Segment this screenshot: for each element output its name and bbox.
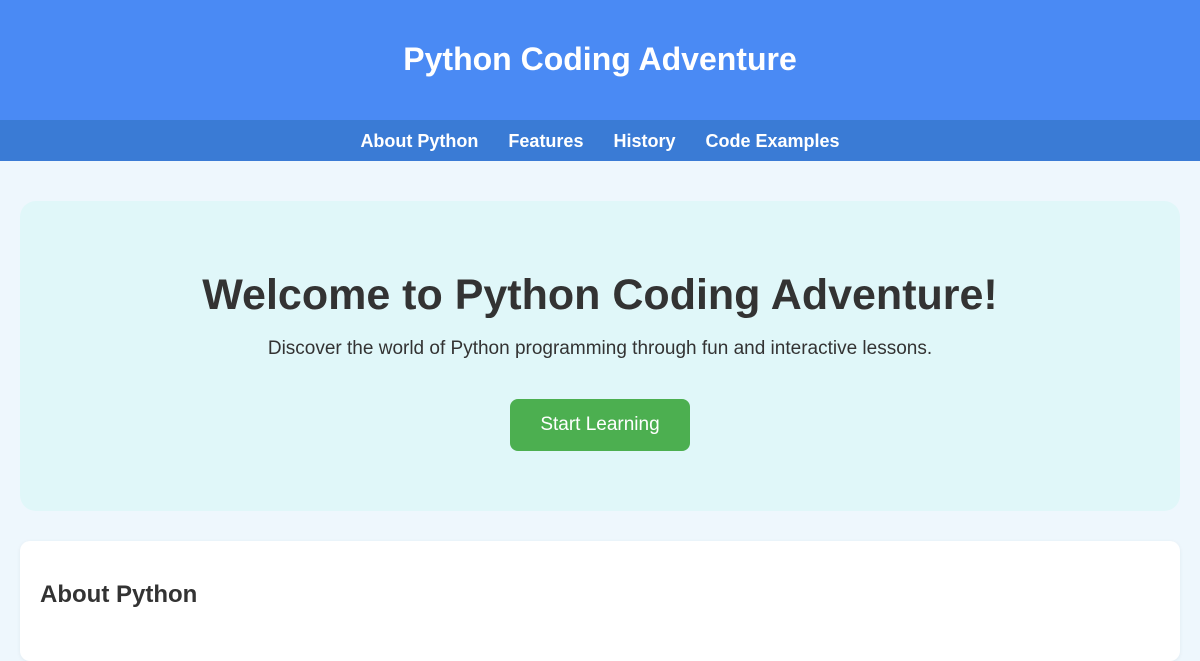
site-title: Python Coding Adventure — [403, 41, 797, 77]
hero-section: Welcome to Python Coding Adventure! Disc… — [20, 201, 1180, 511]
nav-link-code-examples[interactable]: Code Examples — [705, 132, 839, 150]
nav-link-history[interactable]: History — [613, 132, 675, 150]
site-header: Python Coding Adventure — [0, 0, 1200, 120]
hero-title: Welcome to Python Coding Adventure! — [202, 271, 998, 319]
start-learning-button[interactable]: Start Learning — [510, 399, 690, 451]
hero-subtitle: Discover the world of Python programming… — [267, 338, 933, 359]
about-python-section: About Python — [20, 541, 1180, 661]
section-title-about-python: About Python — [40, 581, 198, 608]
nav-link-features[interactable]: Features — [508, 132, 583, 150]
main-nav: About Python Features History Code Examp… — [0, 120, 1200, 161]
nav-link-about-python[interactable]: About Python — [360, 132, 478, 150]
